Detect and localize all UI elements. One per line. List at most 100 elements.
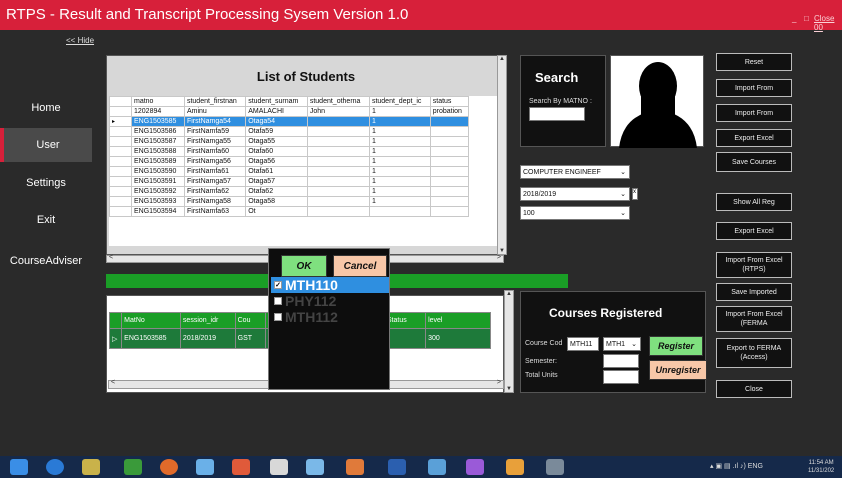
table-cell[interactable] [306, 126, 370, 137]
table-row[interactable]: ENG1503588 FirstNamfa60 Otafa60 1 [109, 146, 470, 157]
table-cell[interactable]: Otafa61 [245, 166, 308, 177]
file-explorer-icon[interactable] [82, 459, 100, 475]
table-cell[interactable]: 1 [368, 176, 431, 187]
table-cell[interactable]: FirstNamga55 [183, 136, 247, 147]
table-cell[interactable]: FirstNamfa60 [183, 146, 247, 157]
table-cell[interactable] [368, 206, 431, 217]
table-cell[interactable] [429, 126, 470, 137]
visual-studio-icon[interactable] [466, 459, 484, 475]
column-header[interactable]: matno [131, 96, 185, 107]
table-cell[interactable]: Otafa62 [245, 186, 308, 197]
app-icon-7[interactable] [546, 459, 564, 475]
table-cell[interactable] [429, 146, 470, 157]
table-cell[interactable]: ENG1503594 [131, 206, 185, 217]
row-header[interactable] [109, 146, 132, 157]
table-row[interactable]: 1202894 Aminu AMALACHI John 1 probation [109, 106, 470, 117]
show-all-reg-button[interactable]: Show All Reg [716, 193, 792, 211]
nav-item-exit[interactable]: Exit [0, 203, 92, 237]
table-cell[interactable]: 1 [368, 156, 431, 167]
table-cell[interactable]: ENG1503593 [131, 196, 185, 207]
row-header[interactable]: ▸ [109, 116, 132, 127]
column-header[interactable]: student_surnam [245, 96, 308, 107]
table-cell[interactable]: ENG1503587 [131, 136, 185, 147]
cancel-button[interactable]: Cancel [333, 255, 387, 277]
table-cell[interactable]: 1 [368, 186, 431, 197]
table-cell[interactable] [429, 176, 470, 187]
row-header[interactable] [109, 186, 132, 197]
close-window-button[interactable]: Close 00 [814, 14, 842, 32]
row-header[interactable] [109, 126, 132, 137]
nav-item-user[interactable]: User [0, 128, 92, 162]
search-input[interactable] [529, 107, 585, 121]
table-cell[interactable] [306, 156, 370, 167]
department-select[interactable]: COMPUTER ENGINEEF ⌄ [520, 165, 630, 179]
import-from-button[interactable]: Import From [716, 79, 792, 97]
table-cell[interactable]: ENG1503586 [131, 126, 185, 137]
table-cell[interactable]: Aminu [183, 106, 247, 117]
level-select[interactable]: 100 ⌄ [520, 206, 630, 220]
paint-icon[interactable] [270, 459, 288, 475]
table-cell[interactable]: ENG1503585 [121, 328, 181, 349]
table-cell[interactable]: Otaga57 [245, 176, 308, 187]
table-cell[interactable]: Otaga56 [245, 156, 308, 167]
table-cell[interactable]: 2018/2019 [179, 328, 236, 349]
system-tray[interactable]: ▴ ▣ ▤ .ıl ♪) ENG [710, 462, 763, 470]
hide-sidebar-link[interactable]: << Hide [66, 36, 94, 45]
column-header[interactable]: student_dept_ic [368, 96, 431, 107]
column-header[interactable]: student_otherna [306, 96, 370, 107]
table-cell[interactable]: 1 [368, 166, 431, 177]
ok-button[interactable]: OK [281, 255, 327, 277]
register-button[interactable]: Register [649, 336, 703, 356]
internet-explorer-icon[interactable] [46, 459, 64, 475]
table-cell[interactable]: ENG1503588 [131, 146, 185, 157]
table-cell[interactable] [429, 186, 470, 197]
minimize-button[interactable]: _ [792, 14, 796, 23]
app-icon-2[interactable] [232, 459, 250, 475]
table-cell[interactable]: 1 [368, 196, 431, 207]
students-grid[interactable]: matno student_firstnan student_surnam st… [109, 96, 499, 246]
column-header[interactable]: Cou [234, 312, 267, 329]
table-cell[interactable] [306, 196, 370, 207]
store-icon[interactable] [124, 459, 142, 475]
table-cell[interactable]: ENG1503592 [131, 186, 185, 197]
table-cell[interactable]: ENG1503589 [131, 156, 185, 167]
save-imported-button[interactable]: Save Imported [716, 283, 792, 301]
table-cell[interactable]: 300 [425, 328, 491, 349]
firefox-icon[interactable] [160, 459, 178, 475]
session-select[interactable]: 2018/2019 ⌄ [520, 187, 630, 201]
table-row[interactable]: ENG1503592 FirstNamfa62 Otafa62 1 [109, 186, 470, 197]
table-cell[interactable]: FirstNamga58 [183, 196, 247, 207]
column-header[interactable]: session_idr [179, 312, 236, 329]
table-cell[interactable]: Otaga55 [245, 136, 308, 147]
row-header[interactable] [109, 176, 132, 187]
table-cell[interactable]: 1 [368, 106, 431, 117]
table-cell[interactable]: ENG1503591 [131, 176, 185, 187]
column-header[interactable]: status [429, 96, 470, 107]
column-header[interactable]: student_firstnan [183, 96, 247, 107]
table-cell[interactable]: 1 [368, 146, 431, 157]
windows-start-icon[interactable] [10, 459, 28, 475]
app-icon[interactable] [196, 459, 214, 475]
table-cell[interactable]: FirstNamga57 [183, 176, 247, 187]
table-cell[interactable]: AMALACHI [245, 106, 308, 117]
table-cell[interactable] [429, 116, 470, 127]
app-icon-6[interactable] [506, 459, 524, 475]
column-header[interactable]: level [425, 312, 491, 329]
session-spin-button[interactable]: x [632, 188, 638, 200]
save-courses-button[interactable]: Save Courses [716, 152, 792, 172]
table-cell[interactable] [306, 166, 370, 177]
row-header[interactable] [109, 166, 132, 177]
column-header[interactable]: MatNo [121, 312, 181, 329]
table-cell[interactable] [306, 146, 370, 157]
row-header[interactable] [109, 206, 132, 217]
table-cell[interactable]: GST [234, 328, 267, 349]
nav-item-home[interactable]: Home [0, 91, 92, 125]
table-cell[interactable] [306, 206, 370, 217]
language-indicator[interactable]: ENG [748, 463, 763, 470]
table-row[interactable]: ▸ ENG1503585 FirstNamga54 Otaga54 1 [109, 116, 470, 127]
import-from-excel-ferma-button[interactable]: Import From Excel (FERMA [716, 306, 792, 332]
table-cell[interactable]: probation [429, 106, 470, 117]
import-from-button-2[interactable]: Import From [716, 104, 792, 122]
table-cell[interactable] [429, 196, 470, 207]
table-cell[interactable]: FirstNamfa62 [183, 186, 247, 197]
